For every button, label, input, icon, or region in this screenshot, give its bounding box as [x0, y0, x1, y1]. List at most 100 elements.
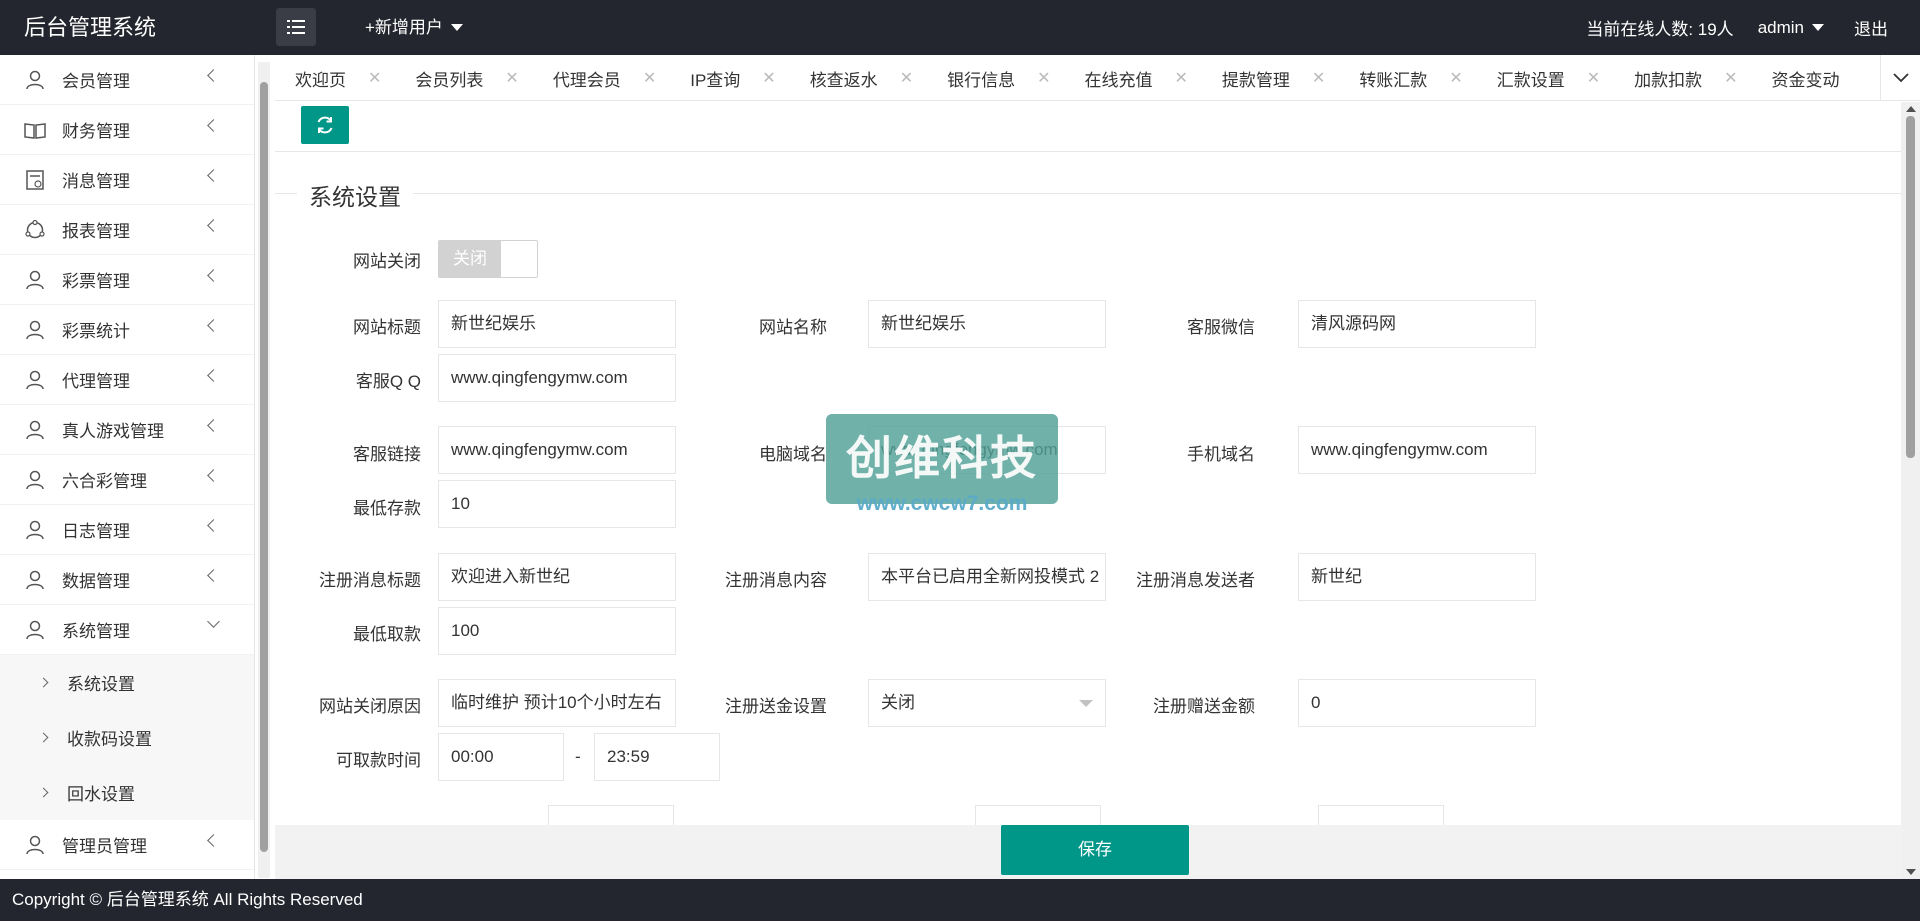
service-link-input[interactable]: www.qingfengymw.com: [438, 426, 676, 474]
sidebar-item-reports[interactable]: 报表管理: [0, 205, 254, 255]
sidebar-subitem-label: 回水设置: [67, 785, 135, 804]
tab-transfer[interactable]: 转账汇款 ✕: [1339, 55, 1476, 100]
chevron-right-icon: [38, 787, 49, 798]
scrollbar-thumb[interactable]: [1906, 116, 1915, 458]
close-icon[interactable]: ✕: [1587, 68, 1600, 88]
close-icon[interactable]: ✕: [1312, 68, 1325, 88]
tab-remit-settings[interactable]: 汇款设置 ✕: [1477, 55, 1614, 100]
close-icon[interactable]: ✕: [762, 68, 775, 88]
tab-welcome[interactable]: 欢迎页 ✕: [275, 55, 395, 100]
user-icon: [24, 319, 46, 341]
chevron-left-icon: [207, 69, 220, 82]
main-scrollbar[interactable]: [1901, 102, 1920, 879]
scrollbar-thumb[interactable]: [260, 82, 268, 852]
chevron-left-icon: [207, 519, 220, 532]
tab-agent-members[interactable]: 代理会员 ✕: [533, 55, 670, 100]
chevron-left-icon: [207, 834, 220, 847]
withdraw-time-end-input[interactable]: 23:59: [594, 733, 720, 781]
close-icon[interactable]: ✕: [505, 68, 518, 88]
sidebar-subitem-rebate[interactable]: 回水设置: [0, 765, 254, 820]
menu-toggle-button[interactable]: [276, 8, 316, 46]
tab-withdraw[interactable]: 提款管理 ✕: [1202, 55, 1339, 100]
save-button[interactable]: 保存: [1001, 825, 1189, 875]
chevron-left-icon: [207, 369, 220, 382]
sidebar-subitem-system-settings[interactable]: 系统设置: [0, 655, 254, 710]
user-icon: [24, 419, 46, 441]
close-icon[interactable]: ✕: [1449, 68, 1462, 88]
section-title: 系统设置: [297, 178, 413, 212]
close-icon[interactable]: ✕: [1037, 68, 1050, 88]
sidebar-item-label: 代理管理: [62, 372, 130, 391]
sidebar-item-finance[interactable]: 财务管理: [0, 105, 254, 155]
chevron-left-icon: [207, 269, 220, 282]
tab-fund-changes[interactable]: 资金变动: [1752, 55, 1854, 100]
refresh-button[interactable]: [301, 106, 349, 144]
sidebar: 会员管理 财务管理 消息管理 报表管理 彩票管理 彩票统计 代理管理 真人游戏管…: [0, 55, 255, 879]
main-content: 系统设置 网站关闭 关闭 网站标题 新世纪娱乐 网站名称 新世纪娱乐 客服微信 …: [275, 102, 1901, 879]
sidebar-item-lottery-stats[interactable]: 彩票统计: [0, 305, 254, 355]
site-close-switch[interactable]: 关闭: [438, 240, 538, 278]
tab-check-rebate[interactable]: 核查返水 ✕: [790, 55, 927, 100]
min-withdraw-input[interactable]: 100: [438, 607, 676, 655]
sidebar-item-mark-six[interactable]: 六合彩管理: [0, 455, 254, 505]
close-icon[interactable]: ✕: [1724, 68, 1737, 88]
sidebar-item-members[interactable]: 会员管理: [0, 55, 254, 105]
reg-bonus-setting-select[interactable]: 关闭: [868, 679, 1106, 727]
tab-bank-info[interactable]: 银行信息 ✕: [927, 55, 1064, 100]
sidebar-scrollbar[interactable]: [258, 62, 270, 878]
tab-more-button[interactable]: [1880, 55, 1920, 100]
admin-menu[interactable]: admin: [1758, 18, 1824, 38]
chevron-left-icon: [207, 169, 220, 182]
sidebar-item-data[interactable]: 数据管理: [0, 555, 254, 605]
sidebar-item-messages[interactable]: 消息管理: [0, 155, 254, 205]
chevron-left-icon: [207, 569, 220, 582]
site-title-input[interactable]: 新世纪娱乐: [438, 300, 676, 348]
close-icon[interactable]: ✕: [643, 68, 656, 88]
sidebar-item-label: 消息管理: [62, 172, 130, 191]
sidebar-subitem-label: 收款码设置: [67, 730, 152, 749]
reg-msg-content-input[interactable]: 本平台已启用全新网投模式 2: [868, 553, 1106, 601]
tab-label: 会员列表: [415, 70, 484, 90]
tab-member-list[interactable]: 会员列表 ✕: [395, 55, 532, 100]
sidebar-item-lottery[interactable]: 彩票管理: [0, 255, 254, 305]
add-user-menu[interactable]: +新增用户: [365, 0, 463, 55]
sidebar-item-admins[interactable]: 管理员管理: [0, 820, 254, 870]
sidebar-item-agents[interactable]: 代理管理: [0, 355, 254, 405]
sidebar-subitem-payment-code[interactable]: 收款码设置: [0, 710, 254, 765]
reg-msg-content-label: 注册消息内容: [725, 571, 827, 590]
tab-label: 转账汇款: [1359, 70, 1428, 90]
sidebar-item-system[interactable]: 系统管理: [0, 605, 254, 655]
mobile-domain-input[interactable]: www.qingfengymw.com: [1298, 426, 1536, 474]
chevron-left-icon: [207, 319, 220, 332]
app-logo[interactable]: 后台管理系统: [24, 0, 156, 55]
tab-add-deduct[interactable]: 加款扣款 ✕: [1614, 55, 1751, 100]
reg-msg-title-input[interactable]: 欢迎进入新世纪: [438, 553, 676, 601]
site-name-input[interactable]: 新世纪娱乐: [868, 300, 1106, 348]
sidebar-item-label: 彩票统计: [62, 322, 130, 341]
withdraw-time-start-input[interactable]: 00:00: [438, 733, 564, 781]
close-icon[interactable]: ✕: [368, 68, 381, 88]
wechat-input[interactable]: 清风源码网: [1298, 300, 1536, 348]
logout-link[interactable]: 退出: [1854, 15, 1888, 40]
sidebar-item-logs[interactable]: 日志管理: [0, 505, 254, 555]
pc-domain-input[interactable]: www.qingfengymw.com: [868, 426, 1106, 474]
reg-msg-sender-input[interactable]: 新世纪: [1298, 553, 1536, 601]
user-icon: [24, 469, 46, 491]
close-icon[interactable]: ✕: [1175, 68, 1188, 88]
close-reason-input[interactable]: 临时维护 预计10个小时左右: [438, 679, 676, 727]
min-deposit-input[interactable]: 10: [438, 480, 676, 528]
sidebar-item-label: 数据管理: [62, 572, 130, 591]
tab-ip-lookup[interactable]: IP查询 ✕: [670, 55, 789, 100]
reg-msg-title-label: 注册消息标题: [319, 571, 421, 590]
sidebar-item-live-games[interactable]: 真人游戏管理: [0, 405, 254, 455]
tab-label: 资金变动: [1771, 70, 1840, 90]
scroll-down-icon[interactable]: [1906, 869, 1916, 875]
divider: [275, 151, 1901, 152]
close-icon[interactable]: ✕: [900, 68, 913, 88]
qq-input[interactable]: www.qingfengymw.com: [438, 354, 676, 402]
tab-online-recharge[interactable]: 在线充值 ✕: [1065, 55, 1202, 100]
reg-msg-sender-label: 注册消息发送者: [1136, 571, 1255, 590]
admin-name: admin: [1757, 17, 1804, 37]
reg-bonus-amount-input[interactable]: 0: [1298, 679, 1536, 727]
scroll-up-icon[interactable]: [1906, 106, 1916, 112]
